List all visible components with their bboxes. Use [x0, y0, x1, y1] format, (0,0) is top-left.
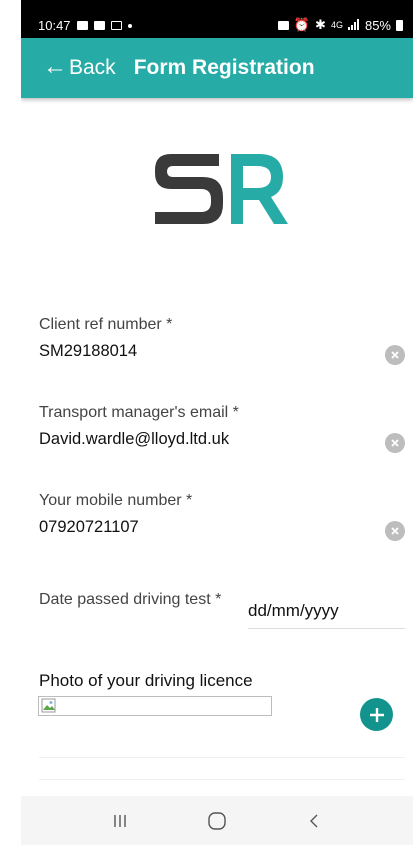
plus-icon	[369, 707, 384, 722]
licence-photo-image	[38, 696, 272, 716]
back-button[interactable]: ← Back	[43, 53, 116, 80]
recents-button[interactable]	[105, 806, 135, 836]
client-ref-label: Client ref number *	[39, 316, 173, 333]
mobile-field: Your mobile number * 07920721107	[39, 492, 405, 541]
lock-icon	[277, 20, 289, 30]
clear-client-ref-button[interactable]	[385, 345, 405, 365]
notification-dot-icon	[127, 23, 132, 28]
sr-logo: SR	[155, 154, 288, 224]
date-passed-field: Date passed driving test *	[39, 588, 407, 648]
gallery-icon	[93, 21, 105, 30]
add-photo-button[interactable]	[360, 698, 393, 731]
home-button[interactable]	[202, 806, 232, 836]
date-passed-input[interactable]	[248, 593, 405, 629]
divider	[39, 779, 405, 780]
recents-icon	[113, 814, 126, 827]
photo-label: Photo of your driving licence	[39, 671, 253, 690]
signal-icon	[347, 18, 360, 33]
clear-icon	[391, 439, 399, 447]
client-ref-input[interactable]: SM29188014	[39, 342, 405, 361]
clear-mobile-button[interactable]	[385, 521, 405, 541]
clear-icon	[391, 527, 399, 535]
app-bar: ← Back Form Registration	[21, 38, 413, 98]
logo-letter-r	[231, 154, 288, 224]
nav-back-button[interactable]	[299, 806, 329, 836]
back-arrow-icon: ←	[43, 53, 67, 80]
home-icon	[208, 811, 226, 830]
divider	[39, 757, 405, 758]
screen: 10:47 ⏰ ✱ 4G 85% ← Back Form Registratio…	[21, 0, 413, 845]
date-passed-label: Date passed driving test *	[39, 591, 222, 608]
mail-icon	[76, 21, 88, 30]
battery-percent: 85%	[364, 17, 391, 33]
back-icon	[310, 814, 318, 827]
back-label: Back	[69, 56, 116, 79]
clear-email-button[interactable]	[385, 433, 405, 453]
mobile-input[interactable]: 07920721107	[39, 518, 405, 537]
bluetooth-icon: ✱	[315, 17, 326, 32]
status-time: 10:47	[38, 18, 71, 33]
clear-icon	[391, 351, 399, 359]
email-input[interactable]: David.wardle@lloyd.ltd.uk	[39, 430, 405, 449]
calendar-icon	[110, 21, 122, 30]
email-label: Transport manager's email *	[39, 404, 239, 421]
client-ref-field: Client ref number * SM29188014	[39, 316, 405, 365]
mobile-label: Your mobile number *	[39, 492, 193, 509]
broken-image-icon	[41, 698, 56, 713]
battery-icon	[396, 19, 403, 31]
logo-letter-s	[155, 154, 223, 224]
network-label: 4G	[330, 20, 343, 30]
alarm-icon: ⏰	[293, 17, 311, 32]
email-field: Transport manager's email * David.wardle…	[39, 404, 405, 453]
page-title: Form Registration	[133, 56, 315, 79]
system-nav-bar	[21, 796, 413, 845]
status-bar: 10:47 ⏰ ✱ 4G 85%	[21, 0, 413, 38]
